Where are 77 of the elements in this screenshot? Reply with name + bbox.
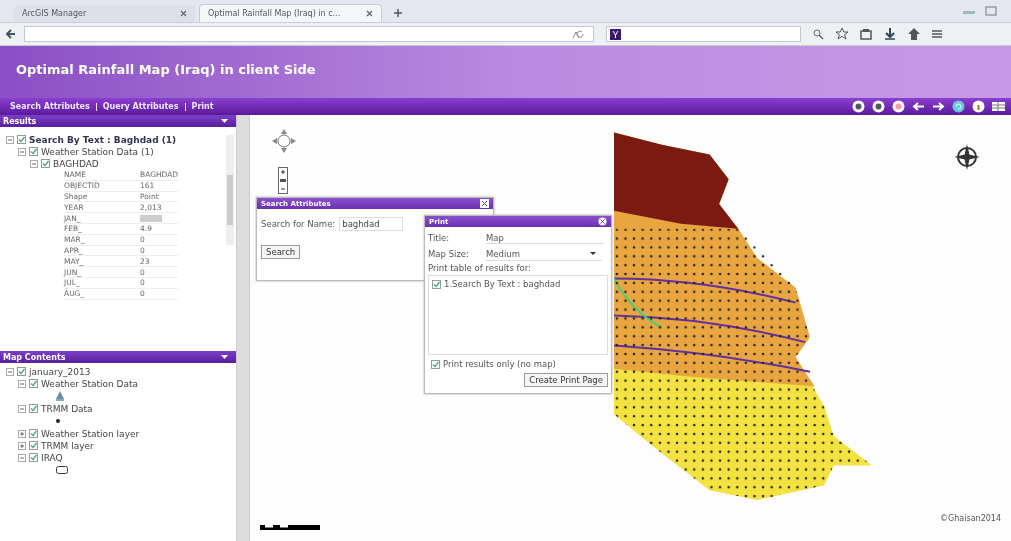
checkbox[interactable]: [29, 429, 38, 438]
table-icon[interactable]: [992, 100, 1005, 113]
refresh-icon[interactable]: [952, 100, 965, 113]
checkbox-label[interactable]: Print results only (no map): [443, 359, 556, 369]
expand-icon[interactable]: [18, 441, 26, 450]
tree-item[interactable]: Weather Station Data: [41, 378, 139, 389]
checkbox[interactable]: [29, 453, 38, 462]
checkbox[interactable]: [29, 404, 38, 413]
close-icon[interactable]: [180, 10, 187, 17]
checkbox[interactable]: [431, 359, 440, 369]
collapse-icon[interactable]: [6, 135, 14, 144]
download-icon[interactable]: [884, 28, 896, 40]
collapse-icon[interactable]: [18, 404, 26, 413]
copyright-text: ©Ghaisan2014: [940, 514, 1001, 523]
caret-icon[interactable]: [221, 355, 228, 359]
menu-link[interactable]: Search Attributes: [10, 102, 90, 111]
info-icon[interactable]: [972, 100, 985, 113]
title-input[interactable]: Map: [486, 232, 604, 244]
browser-tab[interactable]: Optimal Rainfall Map (Iraq) in c...: [199, 4, 382, 22]
scrollbar[interactable]: [226, 135, 234, 245]
clipboard-icon[interactable]: [860, 28, 872, 40]
close-icon[interactable]: [598, 217, 607, 226]
field-label: Title:: [428, 233, 451, 243]
left-arrow-icon[interactable]: [912, 100, 925, 113]
caret-icon[interactable]: [221, 119, 228, 123]
collapse-icon[interactable]: [30, 159, 38, 168]
browser-tab[interactable]: ArcGIS Manager: [14, 5, 195, 22]
menu-link[interactable]: Query Attributes: [102, 102, 179, 111]
search-field[interactable]: [606, 26, 801, 42]
tree-item[interactable]: BAGHDAD: [53, 158, 99, 169]
close-icon[interactable]: [480, 199, 489, 208]
address-field[interactable]: [24, 26, 594, 42]
pan-control-icon[interactable]: [272, 129, 296, 153]
search-button[interactable]: Search: [261, 245, 301, 259]
zoom-slider-icon[interactable]: [278, 167, 288, 194]
checkbox[interactable]: [432, 279, 441, 289]
right-arrow-icon[interactable]: [932, 100, 945, 113]
checkbox[interactable]: [29, 147, 38, 156]
checkbox[interactable]: [41, 159, 50, 168]
star-icon[interactable]: [836, 28, 848, 40]
menu-link[interactable]: Print: [191, 102, 214, 111]
reload-icon[interactable]: [571, 29, 585, 39]
checkbox[interactable]: [29, 441, 38, 450]
caret-icon: [590, 252, 596, 255]
panel-title: Results: [3, 116, 37, 126]
search-icon[interactable]: [813, 28, 824, 40]
maximize-icon[interactable]: [985, 6, 997, 16]
collapse-icon[interactable]: [18, 379, 26, 388]
tree-item[interactable]: january_2013: [29, 366, 91, 377]
tree-item[interactable]: IRAQ: [41, 452, 63, 463]
collapse-icon[interactable]: [6, 367, 14, 376]
checkbox-label[interactable]: 1.Search By Text : baghdad: [444, 279, 561, 289]
checkbox[interactable]: [29, 379, 38, 388]
field-label: Map Size:: [428, 249, 470, 259]
tree-item[interactable]: TRMM layer: [41, 440, 94, 451]
close-icon[interactable]: [366, 10, 373, 17]
collapse-icon[interactable]: [18, 453, 26, 462]
expand-icon[interactable]: [18, 429, 26, 438]
tree-item[interactable]: TRMM Data: [41, 403, 93, 414]
collapse-icon[interactable]: [18, 147, 26, 156]
tree-item[interactable]: Weather Station Data (1): [41, 146, 154, 157]
section-label: Print table of results for:: [428, 263, 532, 273]
name-input[interactable]: baghdad: [339, 217, 404, 231]
menu-icon[interactable]: [932, 29, 942, 39]
field-label: Search for Name:: [261, 219, 336, 229]
scale-bar: [260, 522, 320, 530]
plus-icon[interactable]: [394, 9, 402, 17]
checkbox[interactable]: [17, 367, 26, 376]
map-size-dropdown[interactable]: Medium: [486, 247, 602, 261]
back-arrow-icon[interactable]: [6, 29, 16, 39]
tree-item[interactable]: Weather Station layer: [41, 428, 140, 439]
search-engine-icon: [610, 28, 621, 40]
create-print-page-button[interactable]: Create Print Page: [524, 373, 608, 387]
tree-item[interactable]: Search By Text : Baghdad (1): [29, 134, 177, 145]
checkbox[interactable]: [17, 135, 26, 144]
app-title: Optimal Rainfall Map (Iraq) in client Side: [16, 61, 316, 77]
panel-title: Map Contents: [3, 352, 66, 362]
